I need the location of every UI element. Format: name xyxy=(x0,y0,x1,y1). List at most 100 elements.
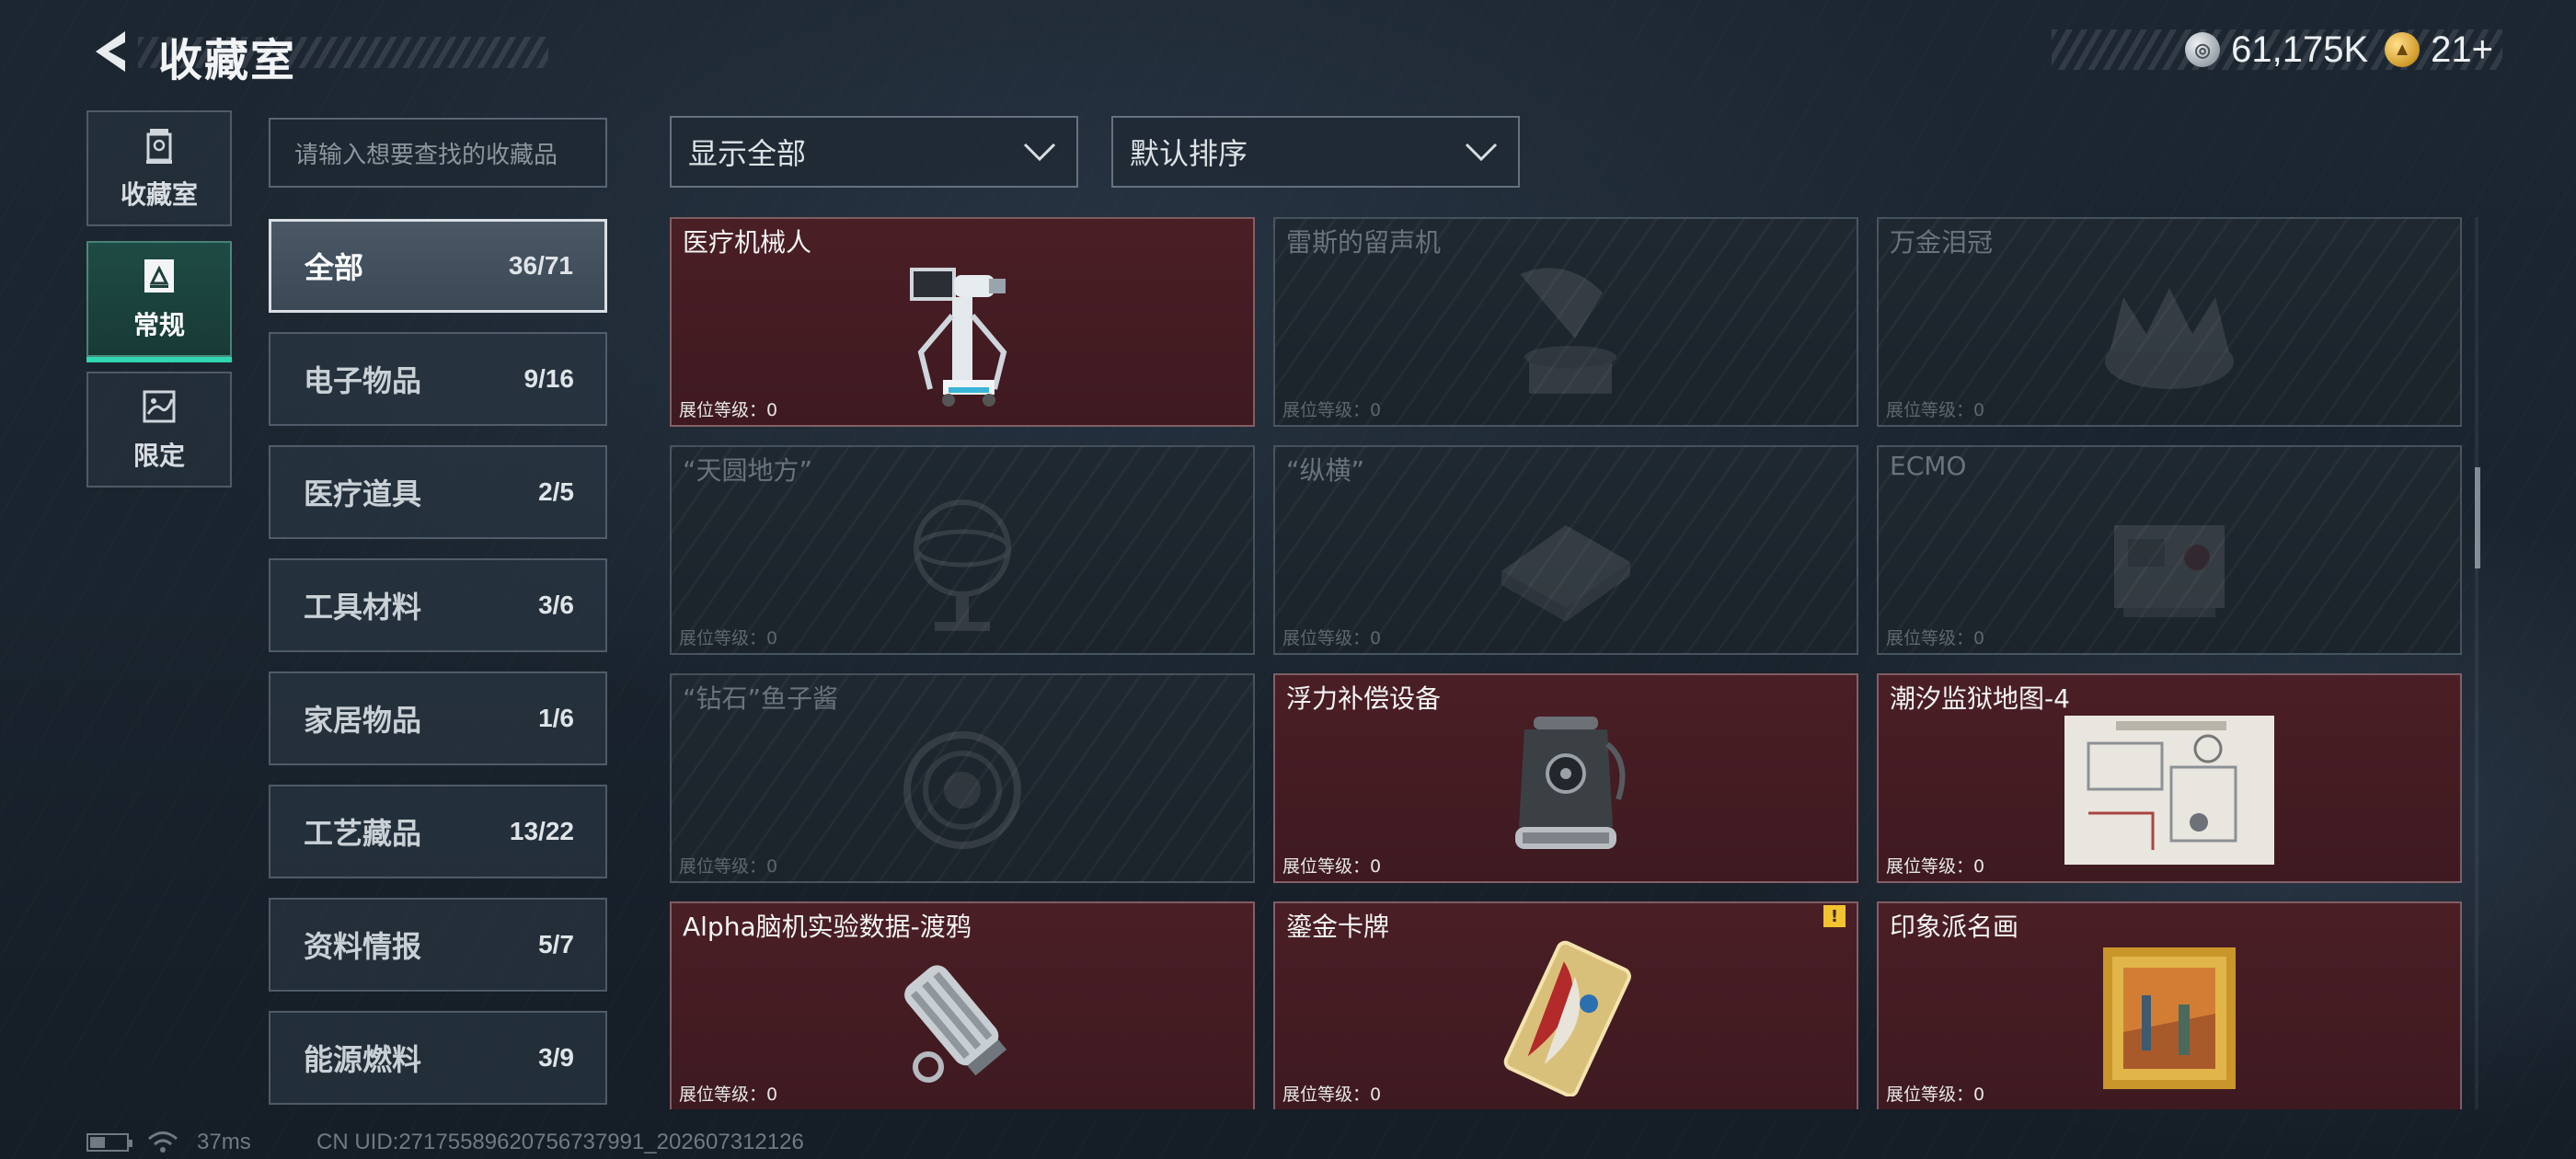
page-title: 收藏室 xyxy=(158,35,297,86)
side-tab-regular[interactable]: 常规 xyxy=(86,241,232,362)
collection-card[interactable]: 万金泪冠 展位等级：0 xyxy=(1877,217,2462,427)
wifi-icon xyxy=(148,1131,178,1153)
category-intel[interactable]: 资料情报 5/7 xyxy=(269,898,607,992)
item-name: 万金泪冠 xyxy=(1890,227,1994,258)
item-name: 医疗机械人 xyxy=(683,227,812,258)
booth-level: 展位等级：0 xyxy=(679,628,778,648)
medical-robot-icon xyxy=(870,247,1054,421)
booth-level: 展位等级：0 xyxy=(1282,400,1382,420)
booth-level: 展位等级：0 xyxy=(1282,856,1382,877)
category-name: 工具材料 xyxy=(304,590,422,625)
category-name: 医疗道具 xyxy=(304,476,422,511)
booth-level: 展位等级：0 xyxy=(1886,856,1985,877)
category-name: 资料情报 xyxy=(304,929,422,964)
prison-map-icon xyxy=(2059,703,2280,878)
show-filter-value: 显示全部 xyxy=(688,136,807,171)
crown-icon xyxy=(2077,247,2261,421)
silver-coin-icon: ◎ xyxy=(2185,32,2221,67)
item-name: “钻石”鱼子酱 xyxy=(683,683,839,714)
collection-card[interactable]: 雷斯的留声机 展位等级：0 xyxy=(1273,217,1858,427)
category-tools[interactable]: 工具材料 3/6 xyxy=(269,558,607,652)
side-tab-label: 收藏室 xyxy=(120,179,198,210)
show-filter-dropdown[interactable]: 显示全部 xyxy=(670,116,1078,188)
booth-level: 展位等级：0 xyxy=(1282,628,1382,648)
category-crafts[interactable]: 工艺藏品 13/22 xyxy=(269,785,607,878)
category-name: 全部 xyxy=(305,250,364,285)
category-name: 工艺藏品 xyxy=(304,816,422,851)
scrollbar-track[interactable] xyxy=(2475,217,2478,1109)
booth-level: 展位等级：0 xyxy=(679,856,778,877)
armillary-icon xyxy=(870,475,1054,649)
collection-card[interactable]: ECMO 展位等级：0 xyxy=(1877,445,2462,655)
currency-bar: ◎ 61,175K ▲ 21+ xyxy=(2052,29,2502,70)
category-electronics[interactable]: 电子物品 9/16 xyxy=(269,332,607,426)
ecmo-machine-icon xyxy=(2077,475,2261,649)
collection-room-icon xyxy=(146,129,172,164)
category-energy[interactable]: 能源燃料 3/9 xyxy=(269,1011,607,1105)
battery-icon xyxy=(86,1133,132,1152)
buoyancy-device-icon xyxy=(1474,703,1658,878)
collection-card[interactable]: 印象派名画 展位等级：0 xyxy=(1877,901,2462,1109)
alert-badge: ! xyxy=(1823,905,1846,927)
limited-icon xyxy=(143,390,176,423)
category-name: 电子物品 xyxy=(304,363,422,398)
collection-card[interactable]: “纵横” 展位等级：0 xyxy=(1273,445,1858,655)
item-name: “纵横” xyxy=(1286,455,1365,486)
gold-currency[interactable]: ▲ 21+ xyxy=(2385,29,2493,71)
chevron-down-icon xyxy=(1023,143,1056,162)
collection-card[interactable]: 潮汐监狱地图-4 展位等级：0 xyxy=(1877,673,2462,883)
chevron-down-icon xyxy=(1465,143,1498,162)
side-tab-limited[interactable]: 限定 xyxy=(86,372,232,488)
item-name: ECMO xyxy=(1890,451,1967,481)
collection-card[interactable]: Alpha脑机实验数据-渡鸦 展位等级：0 xyxy=(670,901,1255,1109)
category-all[interactable]: 全部 36/71 xyxy=(269,219,607,313)
caviar-tin-icon xyxy=(870,703,1054,878)
collection-card[interactable]: 浮力补偿设备 展位等级：0 xyxy=(1273,673,1858,883)
collection-card[interactable]: 医疗机械人 展位等级：0 xyxy=(670,217,1255,427)
gilded-card-icon xyxy=(1474,931,1658,1106)
booth-level: 展位等级：0 xyxy=(1886,1084,1985,1105)
collection-card[interactable]: 鎏金卡牌 ! 展位等级：0 xyxy=(1273,901,1858,1109)
category-count: 36/71 xyxy=(508,251,573,280)
user-uid: CN UID:27175589620756737991_202607312126 xyxy=(316,1130,804,1154)
status-bar: 37ms xyxy=(86,1130,251,1155)
category-name: 家居物品 xyxy=(304,703,422,738)
category-medical[interactable]: 医疗道具 2/5 xyxy=(269,445,607,539)
booth-level: 展位等级：0 xyxy=(1886,400,1985,420)
side-tab-label: 常规 xyxy=(132,310,185,340)
back-button[interactable] xyxy=(85,26,136,77)
category-count: 3/6 xyxy=(538,591,574,619)
sort-dropdown[interactable]: 默认排序 xyxy=(1111,116,1520,188)
category-count: 5/7 xyxy=(538,930,574,958)
regular-icon xyxy=(144,259,174,293)
booth-level: 展位等级：0 xyxy=(679,1084,778,1105)
ping-value: 37ms xyxy=(197,1130,251,1154)
painting-icon xyxy=(2077,931,2261,1106)
gold-currency-value: 21+ xyxy=(2431,29,2493,70)
gold-coin-icon: ▲ xyxy=(2385,32,2421,67)
category-count: 3/9 xyxy=(538,1043,574,1072)
back-arrow-icon xyxy=(96,31,125,72)
search-placeholder: 请输入想要查找的收藏品 xyxy=(294,141,558,169)
category-count: 9/16 xyxy=(523,364,575,393)
category-count: 13/22 xyxy=(509,817,574,845)
collection-card[interactable]: “钻石”鱼子酱 展位等级：0 xyxy=(670,673,1255,883)
sort-value: 默认排序 xyxy=(1130,136,1248,171)
item-name: 鎏金卡牌 xyxy=(1286,912,1390,942)
item-name: 印象派名画 xyxy=(1890,912,2019,942)
booth-level: 展位等级：0 xyxy=(679,400,778,420)
data-canister-icon xyxy=(870,931,1054,1106)
item-name: 雷斯的留声机 xyxy=(1286,227,1442,258)
scrollbar-thumb[interactable] xyxy=(2475,467,2480,568)
booth-level: 展位等级：0 xyxy=(1886,628,1985,648)
collection-card[interactable]: “天圆地方” 展位等级：0 xyxy=(670,445,1255,655)
category-household[interactable]: 家居物品 1/6 xyxy=(269,671,607,765)
item-name: 潮汐监狱地图-4 xyxy=(1890,683,2070,714)
silver-currency[interactable]: ◎ 61,175K xyxy=(2185,29,2368,71)
category-count: 1/6 xyxy=(538,704,574,732)
silver-currency-value: 61,175K xyxy=(2231,29,2369,70)
side-tab-collection-room[interactable]: 收藏室 xyxy=(86,110,232,226)
item-name: “天圆地方” xyxy=(683,455,813,486)
search-input[interactable]: 请输入想要查找的收藏品 xyxy=(269,118,607,188)
category-count: 2/5 xyxy=(538,477,574,506)
